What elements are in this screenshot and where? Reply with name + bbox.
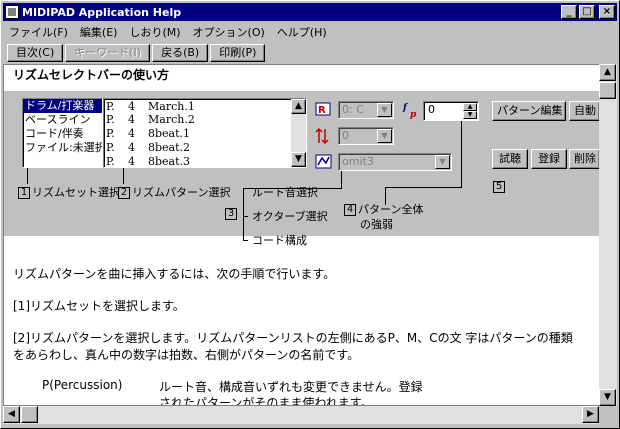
pattern-row[interactable]: P. 4 8beat.3 — [104, 155, 290, 168]
pattern-row[interactable]: P. 4 March.2 — [104, 113, 290, 127]
list-item[interactable]: ドラム/打楽器 — [23, 99, 102, 113]
pattern-page: P. — [106, 155, 115, 168]
step-2-line1: [2]リズムパターンを選択します。リズムパターンリストの左側にあるP、M、Cの文… — [13, 331, 573, 345]
annotation-1: 1 リズムセット選択 — [18, 184, 120, 200]
list-scroll-track[interactable] — [291, 114, 306, 152]
back-button[interactable]: 戻る(B) — [152, 44, 209, 62]
velocity-icon: fp — [401, 101, 421, 119]
chord-select: omit3 ▼ — [338, 153, 452, 171]
pattern-beat: 4 — [128, 141, 135, 154]
menu-bookmark[interactable]: しおり(M) — [123, 24, 186, 40]
rhythm-select-bar-image: ドラム/打楽器 ベースライン コード/伴奏 ファイル:未選択 P. 4 March.… — [4, 91, 599, 247]
root-note-select: 0: C ▼ — [338, 101, 394, 119]
velocity-down-button[interactable]: ▼ — [463, 111, 477, 119]
pattern-page: P. — [106, 141, 115, 154]
svg-text:f: f — [402, 103, 409, 113]
pattern-name: March.1 — [148, 100, 195, 113]
help-content: リズムセレクトバーの使い方 ドラム/打楽器 ベースライン コード/伴奏 ファイル… — [3, 64, 599, 406]
list-scroll-up-button[interactable]: ▲ — [291, 99, 306, 114]
delete-button[interactable]: 削除 — [569, 149, 599, 169]
keyword-button: キーワード(I) — [65, 44, 151, 62]
close-button[interactable]: × — [599, 5, 615, 19]
octave-select: 0 ▼ — [338, 127, 394, 145]
print-button[interactable]: 印刷(P) — [210, 44, 266, 62]
help-toolbar: 目次(C) キーワード(I) 戻る(B) 印刷(P) — [3, 43, 617, 63]
annotation-5: 5 — [493, 180, 507, 193]
pattern-name: 8beat.2 — [148, 141, 191, 154]
annotation-4: 4 パターン全体 — [344, 201, 423, 217]
svg-text:R: R — [318, 105, 326, 116]
rhythm-pattern-list[interactable]: P. 4 March.1 P. 4 March.2 P. 4 8beat.1 P. 4 8beat.2… — [103, 98, 307, 168]
velocity-spinbox[interactable]: 0 ▲ ▼ — [423, 101, 479, 121]
annotation-3-root: ルート音選択 — [252, 186, 318, 199]
app-icon — [5, 5, 19, 19]
annotation-2: 2 リズムパターン選択 — [118, 184, 230, 200]
menu-bar: ファイル(F) 編集(E) しおり(M) オプション(O) ヘルプ(H) — [3, 22, 617, 41]
list-item[interactable]: ベースライン — [23, 113, 102, 127]
pattern-row[interactable]: P. 4 March.1 — [104, 99, 290, 113]
annotation-3-number: 3 — [225, 207, 239, 220]
pattern-beat: 4 — [128, 100, 135, 113]
scroll-right-button[interactable]: ▶ — [582, 406, 599, 423]
title-bar[interactable]: MIDIPAD Application Help _ □ × — [3, 3, 617, 21]
window-title: MIDIPAD Application Help — [22, 5, 182, 19]
horizontal-scroll-thumb[interactable] — [21, 406, 38, 423]
pattern-row[interactable]: P. 4 8beat.2 — [104, 141, 290, 155]
annotation-3-octave: オクターブ選択 — [252, 210, 328, 223]
definition-line1: ルート音、構成音いずれも変更できません。登録 — [159, 380, 423, 394]
scroll-left-button[interactable]: ◀ — [3, 406, 20, 423]
pattern-beat: 4 — [128, 113, 135, 126]
body-paragraph: リズムパターンを曲に挿入するには、次の手順で行います。 — [13, 267, 336, 281]
pattern-beat: 4 — [128, 155, 135, 168]
vertical-scrollbar[interactable]: ▲ ▼ — [599, 64, 617, 406]
scroll-down-button[interactable]: ▼ — [599, 389, 616, 406]
pattern-page: P. — [106, 127, 115, 140]
scrollbar-corner — [599, 406, 617, 424]
menu-help[interactable]: ヘルプ(H) — [271, 24, 333, 40]
minimize-button[interactable]: _ — [561, 5, 577, 19]
octave-icon — [314, 127, 334, 145]
menu-file[interactable]: ファイル(F) — [3, 24, 74, 40]
velocity-up-button[interactable]: ▲ — [463, 103, 477, 111]
list-scroll-down-button[interactable]: ▼ — [291, 152, 306, 167]
definition-line2: されたパターンがそのまま使われます。 — [159, 396, 373, 406]
vertical-scroll-thumb[interactable] — [599, 82, 616, 99]
auto-button[interactable]: 自動 — [569, 101, 599, 121]
pattern-name: 8beat.3 — [148, 155, 191, 168]
pattern-page: P. — [106, 113, 115, 126]
step-2-line2: をあらわし、真ん中の数字は拍数、右側がパターンの名前です。 — [13, 348, 360, 362]
pattern-edit-button[interactable]: パターン編集 — [492, 101, 566, 121]
rhythm-set-list[interactable]: ドラム/打楽器 ベースライン コード/伴奏 ファイル:未選択 — [22, 98, 103, 168]
pattern-name: March.2 — [148, 113, 195, 126]
page-title: リズムセレクトバーの使い方 — [13, 68, 170, 82]
scroll-up-button[interactable]: ▲ — [599, 64, 616, 81]
register-button[interactable]: 登録 — [531, 149, 567, 169]
list-item[interactable]: ファイル:未選択 — [23, 141, 102, 155]
preview-button[interactable]: 試聴 — [492, 149, 528, 169]
maximize-button[interactable]: □ — [579, 5, 595, 19]
pattern-row[interactable]: P. 4 8beat.1 — [104, 127, 290, 141]
term-percussion: P(Percussion) — [42, 378, 123, 392]
menu-edit[interactable]: 編集(E) — [74, 24, 124, 40]
horizontal-scrollbar[interactable]: ◀ ▶ — [3, 406, 599, 424]
list-item[interactable]: コード/伴奏 — [23, 127, 102, 141]
pattern-name: 8beat.1 — [148, 127, 191, 140]
chord-icon — [314, 153, 334, 171]
help-window: MIDIPAD Application Help _ □ × ファイル(F) 編… — [0, 0, 620, 429]
pattern-beat: 4 — [128, 127, 135, 140]
step-1: [1]リズムセットを選択します。 — [13, 299, 185, 313]
contents-button[interactable]: 目次(C) — [7, 44, 64, 62]
svg-text:p: p — [410, 110, 417, 119]
annotation-3-chord: コード構成 — [252, 234, 307, 247]
annotation-4-line2: の強弱 — [360, 218, 393, 231]
menu-options[interactable]: オプション(O) — [187, 24, 271, 40]
root-note-icon: R — [314, 101, 334, 119]
pattern-page: P. — [106, 100, 115, 113]
